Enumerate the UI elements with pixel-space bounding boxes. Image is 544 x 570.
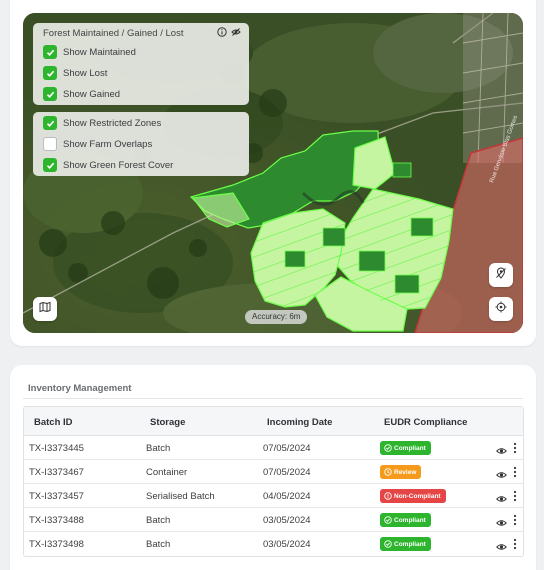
clock-icon: [384, 468, 392, 476]
eye-icon[interactable]: [496, 443, 507, 454]
compliance-badge: Compliant: [380, 537, 431, 551]
compliance-badge: Review: [380, 465, 422, 479]
batch-id-cell: TX-I3373488: [29, 515, 84, 526]
batch-id-cell: TX-I3373498: [29, 539, 84, 550]
checkbox-checked-icon[interactable]: [43, 66, 57, 80]
toggle-label: Show Farm Overlaps: [63, 138, 153, 150]
more-vertical-icon[interactable]: [510, 464, 520, 480]
toggle-label: Show Green Forest Cover: [63, 159, 174, 171]
toggle-label: Show Gained: [63, 88, 121, 100]
column-header-incoming-date[interactable]: Incoming Date: [267, 417, 332, 428]
compliance-label: Compliant: [394, 444, 426, 452]
storage-cell: Serialised Batch: [146, 491, 215, 502]
eye-icon[interactable]: [496, 491, 507, 502]
checkbox-checked-icon[interactable]: [43, 158, 57, 172]
toggle-show-farm-overlaps[interactable]: Show Farm Overlaps: [43, 137, 152, 151]
toggle-label: Show Maintained: [63, 46, 136, 58]
incoming-date-cell: 07/05/2024: [263, 443, 311, 454]
inventory-card: Inventory Management Batch ID Storage In…: [10, 365, 536, 570]
incoming-date-cell: 07/05/2024: [263, 467, 311, 478]
forest-layer-panel-title: Forest Maintained / Gained / Lost: [43, 28, 184, 39]
check-circle-icon: [384, 444, 392, 452]
clear-location-button[interactable]: [489, 263, 513, 287]
checkbox-checked-icon[interactable]: [43, 87, 57, 101]
incoming-date-cell: 03/05/2024: [263, 539, 311, 550]
table-header: Batch ID Storage Incoming Date EUDR Comp…: [24, 407, 523, 436]
toggle-label: Show Restricted Zones: [63, 117, 162, 129]
incoming-date-cell: 04/05/2024: [263, 491, 311, 502]
map-card: Rua Gervásio Blas Gomes Forest Maintaine…: [10, 0, 536, 346]
eye-icon[interactable]: [496, 467, 507, 478]
compliance-label: Compliant: [394, 540, 426, 548]
batch-id-cell: TX-I3373457: [29, 491, 84, 502]
checkbox-unchecked-icon[interactable]: [43, 137, 57, 151]
batch-id-cell: TX-I3373445: [29, 443, 84, 454]
basemap-button[interactable]: [33, 297, 57, 321]
column-header-batch-id[interactable]: Batch ID: [34, 417, 73, 428]
toggle-label: Show Lost: [63, 67, 108, 79]
table-row[interactable]: TX-I3373488 Batch 03/05/2024 Compliant: [24, 508, 523, 532]
batch-id-cell: TX-I3373467: [29, 467, 84, 478]
compliance-label: Review: [394, 468, 417, 476]
more-vertical-icon[interactable]: [510, 488, 520, 504]
storage-cell: Container: [146, 467, 188, 478]
check-circle-icon: [384, 540, 392, 548]
compliance-badge: Non-Compliant: [380, 489, 446, 503]
overlay-panel: Show Restricted Zones Show Farm Overlaps…: [33, 112, 249, 176]
eye-icon[interactable]: [496, 539, 507, 550]
storage-cell: Batch: [146, 443, 171, 454]
accuracy-badge: Accuracy: 6m: [245, 310, 308, 324]
map-icon: [39, 300, 51, 318]
checkbox-checked-icon[interactable]: [43, 45, 57, 59]
divider: [23, 398, 523, 399]
compliance-label: Compliant: [394, 516, 426, 524]
alert-circle-icon: [384, 492, 392, 500]
toggle-show-maintained[interactable]: Show Maintained: [43, 45, 136, 59]
incoming-date-cell: 03/05/2024: [263, 515, 311, 526]
table-row[interactable]: TX-I3373498 Batch 03/05/2024 Compliant: [24, 532, 523, 556]
toggle-show-restricted-zones[interactable]: Show Restricted Zones: [43, 116, 161, 130]
more-vertical-icon[interactable]: [510, 512, 520, 528]
check-circle-icon: [384, 516, 392, 524]
column-header-storage[interactable]: Storage: [150, 417, 185, 428]
storage-cell: Batch: [146, 539, 171, 550]
more-vertical-icon[interactable]: [510, 536, 520, 552]
inventory-table: Batch ID Storage Incoming Date EUDR Comp…: [23, 406, 524, 557]
satellite-map[interactable]: Rua Gervásio Blas Gomes Forest Maintaine…: [23, 13, 523, 333]
info-circle-icon[interactable]: [217, 27, 227, 37]
toggle-show-green-forest-cover[interactable]: Show Green Forest Cover: [43, 158, 173, 172]
storage-cell: Batch: [146, 515, 171, 526]
checkbox-checked-icon[interactable]: [43, 116, 57, 130]
table-row[interactable]: TX-I3373445 Batch 07/05/2024 Compliant: [24, 436, 523, 460]
eye-off-icon[interactable]: [231, 27, 241, 37]
forest-layer-panel: Forest Maintained / Gained / Lost Show M…: [33, 23, 249, 105]
eye-icon[interactable]: [496, 515, 507, 526]
compliance-label: Non-Compliant: [394, 492, 441, 500]
table-row[interactable]: TX-I3373457 Serialised Batch 04/05/2024 Non…: [24, 484, 523, 508]
column-header-eudr-compliance[interactable]: EUDR Compliance: [384, 417, 467, 428]
table-row[interactable]: TX-I3373467 Container 07/05/2024 Review: [24, 460, 523, 484]
toggle-show-lost[interactable]: Show Lost: [43, 66, 107, 80]
crosshair-icon: [495, 300, 507, 318]
inventory-title: Inventory Management: [28, 383, 132, 394]
compliance-badge: Compliant: [380, 513, 431, 527]
map-pin-off-icon: [495, 266, 507, 284]
locate-button[interactable]: [489, 297, 513, 321]
toggle-show-gained[interactable]: Show Gained: [43, 87, 120, 101]
compliance-badge: Compliant: [380, 441, 431, 455]
more-vertical-icon[interactable]: [510, 440, 520, 456]
